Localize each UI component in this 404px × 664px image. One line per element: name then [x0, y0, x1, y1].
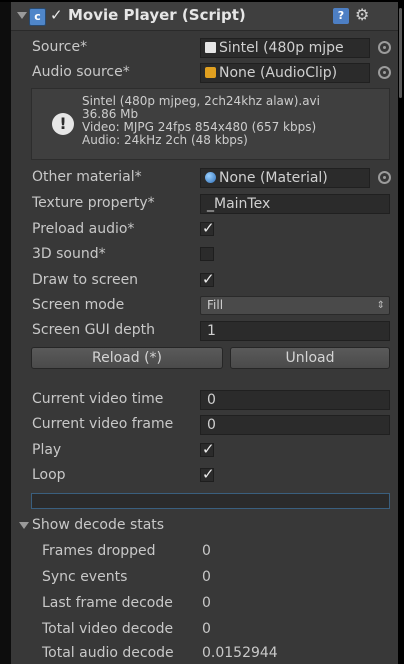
other-material-field[interactable]: None (Material): [200, 168, 370, 188]
gear-icon[interactable]: ⚙: [355, 5, 369, 24]
total-video-decode-value: 0: [202, 621, 211, 637]
current-video-frame-label: Current video frame: [32, 416, 174, 432]
screen-mode-label: Screen mode: [32, 297, 125, 313]
row-current-video-frame: Current video frame 0: [32, 415, 392, 437]
row-current-video-time: Current video time 0: [32, 390, 392, 412]
scrollbar-track[interactable]: [398, 0, 404, 664]
script-icon: c: [29, 8, 46, 26]
current-video-time-label: Current video time: [32, 391, 164, 407]
checkmark-icon: ✓: [202, 440, 215, 458]
draw-to-screen-label: Draw to screen: [32, 272, 139, 288]
checkmark-icon: ✓: [202, 465, 215, 483]
component-title: Movie Player (Script): [68, 6, 246, 24]
draw-to-screen-checkbox[interactable]: ✓: [200, 270, 215, 288]
unload-button[interactable]: Unload: [230, 347, 390, 369]
row-screen-gui-depth: Screen GUI depth 1: [32, 321, 392, 343]
row-source: Source* Sintel (480p mjpe: [32, 38, 392, 60]
audio-source-value: None (AudioClip): [219, 65, 338, 81]
total-audio-decode-label: Total audio decode: [42, 645, 174, 661]
loop-label: Loop: [32, 467, 66, 483]
source-value: Sintel (480p mjpe: [219, 40, 344, 56]
help-icon[interactable]: ?: [333, 8, 349, 24]
last-frame-decode-value: 0: [202, 595, 211, 611]
object-picker-icon[interactable]: [378, 66, 391, 79]
checkmark-icon: ✓: [202, 219, 215, 237]
screen-mode-value: Fill: [207, 298, 224, 312]
row-audio-source: Audio source* None (AudioClip): [32, 63, 392, 85]
sync-events-label: Sync events: [42, 569, 128, 585]
screen-mode-select[interactable]: Fill ⇕: [200, 296, 390, 315]
info-icon: !: [52, 113, 74, 135]
sound-3d-checkbox[interactable]: [200, 247, 214, 261]
row-3d-sound: 3D sound*: [32, 245, 392, 267]
row-screen-mode: Screen mode Fill ⇕: [32, 296, 392, 318]
fold-arrow-icon[interactable]: [19, 522, 29, 529]
source-label: Source*: [32, 39, 88, 55]
file-info-box: ! Sintel (480p mjpeg, 2ch24khz alaw).avi…: [31, 88, 390, 160]
component-header[interactable]: c ✓ Movie Player (Script) ? ⚙: [11, 2, 398, 31]
info-line: Audio: 24kHz 2ch (48 kbps): [82, 133, 248, 147]
loop-checkbox[interactable]: ✓: [200, 465, 215, 483]
decode-stats-foldout[interactable]: Show decode stats: [32, 517, 164, 533]
inspector-panel: c ✓ Movie Player (Script) ? ⚙ Source* Si…: [0, 0, 404, 664]
preload-audio-label: Preload audio*: [32, 221, 135, 237]
dropdown-arrow-icon: ⇕: [376, 300, 385, 311]
audio-clip-icon: [205, 67, 216, 78]
preload-audio-checkbox[interactable]: ✓: [200, 219, 215, 237]
row-texture-property: Texture property* _MainTex: [32, 194, 392, 216]
total-video-decode-label: Total video decode: [42, 621, 174, 637]
last-frame-decode-label: Last frame decode: [42, 595, 173, 611]
current-video-time-input[interactable]: 0: [200, 390, 390, 410]
checkmark-icon: ✓: [202, 270, 215, 288]
play-label: Play: [32, 442, 62, 458]
material-icon: [205, 172, 216, 183]
row-preload-audio: Preload audio* ✓: [32, 219, 392, 242]
audio-source-label: Audio source*: [32, 64, 130, 80]
row-play: Play ✓: [32, 440, 392, 463]
reload-button[interactable]: Reload (*): [31, 347, 223, 369]
frames-dropped-label: Frames dropped: [42, 543, 156, 559]
screen-gui-depth-label: Screen GUI depth: [32, 322, 156, 338]
playback-progress-bar[interactable]: [31, 493, 390, 509]
row-draw-to-screen: Draw to screen ✓: [32, 270, 392, 293]
other-material-label: Other material*: [32, 169, 142, 185]
screen-gui-depth-input[interactable]: 1: [200, 321, 390, 341]
other-material-value: None (Material): [219, 170, 328, 186]
object-picker-icon[interactable]: [378, 41, 391, 54]
enabled-checkbox[interactable]: ✓: [50, 7, 66, 23]
fold-arrow-icon[interactable]: [17, 12, 27, 19]
texture-property-input[interactable]: _MainTex: [200, 194, 390, 214]
left-edge: [0, 0, 11, 664]
scrollbar-thumb[interactable]: [399, 8, 402, 98]
current-video-frame-input[interactable]: 0: [200, 415, 390, 435]
sync-events-value: 0: [202, 569, 211, 585]
object-picker-icon[interactable]: [378, 171, 391, 184]
audio-source-field[interactable]: None (AudioClip): [200, 63, 370, 83]
total-audio-decode-value: 0.0152944: [202, 645, 278, 661]
play-checkbox[interactable]: ✓: [200, 440, 215, 458]
texture-property-label: Texture property*: [32, 195, 155, 211]
source-field[interactable]: Sintel (480p mjpe: [200, 38, 370, 58]
row-other-material: Other material* None (Material): [32, 168, 392, 190]
document-icon: [205, 42, 216, 53]
sound-3d-label: 3D sound*: [32, 246, 106, 262]
row-loop: Loop ✓: [32, 465, 392, 488]
frames-dropped-value: 0: [202, 543, 211, 559]
file-info-text: Sintel (480p mjpeg, 2ch24khz alaw).avi 3…: [82, 95, 320, 147]
